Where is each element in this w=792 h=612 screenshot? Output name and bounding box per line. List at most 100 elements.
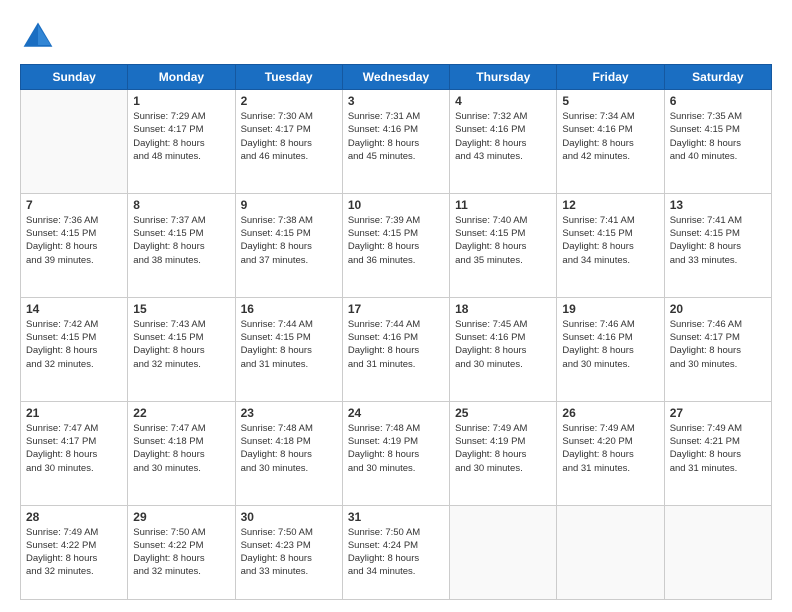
day-number: 5 [562, 94, 658, 108]
calendar-table: SundayMondayTuesdayWednesdayThursdayFrid… [20, 64, 772, 600]
day-number: 29 [133, 510, 229, 524]
calendar-cell: 5 Sunrise: 7:34 AM Sunset: 4:16 PM Daylig… [557, 90, 664, 194]
calendar-cell: 9 Sunrise: 7:38 AM Sunset: 4:15 PM Daylig… [235, 193, 342, 297]
cell-info: Sunrise: 7:48 AM Sunset: 4:19 PM Dayligh… [348, 422, 444, 475]
cell-info: Sunrise: 7:29 AM Sunset: 4:17 PM Dayligh… [133, 110, 229, 163]
cell-info: Sunrise: 7:30 AM Sunset: 4:17 PM Dayligh… [241, 110, 337, 163]
day-number: 16 [241, 302, 337, 316]
day-number: 18 [455, 302, 551, 316]
cell-info: Sunrise: 7:49 AM Sunset: 4:20 PM Dayligh… [562, 422, 658, 475]
cell-info: Sunrise: 7:36 AM Sunset: 4:15 PM Dayligh… [26, 214, 122, 267]
day-header-wednesday: Wednesday [342, 65, 449, 90]
week-row-4: 21 Sunrise: 7:47 AM Sunset: 4:17 PM Dayli… [21, 401, 772, 505]
logo [20, 18, 60, 54]
cell-info: Sunrise: 7:45 AM Sunset: 4:16 PM Dayligh… [455, 318, 551, 371]
calendar-cell: 28 Sunrise: 7:49 AM Sunset: 4:22 PM Dayli… [21, 505, 128, 600]
calendar-cell: 4Sunrise: 7:32 AM Sunset: 4:16 PM Daylig… [450, 90, 557, 194]
day-number: 2 [241, 94, 337, 108]
day-number: 28 [26, 510, 122, 524]
calendar-cell: 8 Sunrise: 7:37 AM Sunset: 4:15 PM Daylig… [128, 193, 235, 297]
day-number: 3 [348, 94, 444, 108]
day-number: 19 [562, 302, 658, 316]
day-number: 12 [562, 198, 658, 212]
header-row: SundayMondayTuesdayWednesdayThursdayFrid… [21, 65, 772, 90]
day-number: 20 [670, 302, 766, 316]
page: SundayMondayTuesdayWednesdayThursdayFrid… [0, 0, 792, 612]
day-header-monday: Monday [128, 65, 235, 90]
cell-info: Sunrise: 7:43 AM Sunset: 4:15 PM Dayligh… [133, 318, 229, 371]
day-number: 27 [670, 406, 766, 420]
day-number: 7 [26, 198, 122, 212]
week-row-1: 1Sunrise: 7:29 AM Sunset: 4:17 PM Daylig… [21, 90, 772, 194]
day-number: 31 [348, 510, 444, 524]
calendar-cell [664, 505, 771, 600]
day-number: 15 [133, 302, 229, 316]
day-number: 24 [348, 406, 444, 420]
day-number: 10 [348, 198, 444, 212]
day-header-tuesday: Tuesday [235, 65, 342, 90]
calendar-cell: 14Sunrise: 7:42 AM Sunset: 4:15 PM Dayli… [21, 297, 128, 401]
day-number: 9 [241, 198, 337, 212]
calendar-cell: 27 Sunrise: 7:49 AM Sunset: 4:21 PM Dayli… [664, 401, 771, 505]
day-header-sunday: Sunday [21, 65, 128, 90]
cell-info: Sunrise: 7:41 AM Sunset: 4:15 PM Dayligh… [562, 214, 658, 267]
calendar-cell: 6 Sunrise: 7:35 AM Sunset: 4:15 PM Daylig… [664, 90, 771, 194]
day-number: 6 [670, 94, 766, 108]
calendar-cell: 15 Sunrise: 7:43 AM Sunset: 4:15 PM Dayli… [128, 297, 235, 401]
cell-info: Sunrise: 7:41 AM Sunset: 4:15 PM Dayligh… [670, 214, 766, 267]
calendar-cell: 7 Sunrise: 7:36 AM Sunset: 4:15 PM Daylig… [21, 193, 128, 297]
day-number: 22 [133, 406, 229, 420]
day-header-friday: Friday [557, 65, 664, 90]
week-row-5: 28 Sunrise: 7:49 AM Sunset: 4:22 PM Dayli… [21, 505, 772, 600]
day-number: 13 [670, 198, 766, 212]
day-number: 17 [348, 302, 444, 316]
cell-info: Sunrise: 7:32 AM Sunset: 4:16 PM Dayligh… [455, 110, 551, 163]
cell-info: Sunrise: 7:38 AM Sunset: 4:15 PM Dayligh… [241, 214, 337, 267]
calendar-cell: 21 Sunrise: 7:47 AM Sunset: 4:17 PM Dayli… [21, 401, 128, 505]
day-number: 25 [455, 406, 551, 420]
calendar-cell: 17Sunrise: 7:44 AM Sunset: 4:16 PM Dayli… [342, 297, 449, 401]
calendar-cell: 10 Sunrise: 7:39 AM Sunset: 4:15 PM Dayli… [342, 193, 449, 297]
logo-icon [20, 18, 56, 54]
header [20, 18, 772, 54]
cell-info: Sunrise: 7:49 AM Sunset: 4:22 PM Dayligh… [26, 526, 122, 579]
calendar-cell: 16 Sunrise: 7:44 AM Sunset: 4:15 PM Dayli… [235, 297, 342, 401]
cell-info: Sunrise: 7:49 AM Sunset: 4:19 PM Dayligh… [455, 422, 551, 475]
cell-info: Sunrise: 7:40 AM Sunset: 4:15 PM Dayligh… [455, 214, 551, 267]
cell-info: Sunrise: 7:39 AM Sunset: 4:15 PM Dayligh… [348, 214, 444, 267]
cell-info: Sunrise: 7:46 AM Sunset: 4:17 PM Dayligh… [670, 318, 766, 371]
calendar-cell: 2 Sunrise: 7:30 AM Sunset: 4:17 PM Daylig… [235, 90, 342, 194]
cell-info: Sunrise: 7:44 AM Sunset: 4:15 PM Dayligh… [241, 318, 337, 371]
cell-info: Sunrise: 7:46 AM Sunset: 4:16 PM Dayligh… [562, 318, 658, 371]
calendar-cell: 31 Sunrise: 7:50 AM Sunset: 4:24 PM Dayli… [342, 505, 449, 600]
day-number: 21 [26, 406, 122, 420]
cell-info: Sunrise: 7:49 AM Sunset: 4:21 PM Dayligh… [670, 422, 766, 475]
calendar-cell: 12 Sunrise: 7:41 AM Sunset: 4:15 PM Dayli… [557, 193, 664, 297]
calendar-cell: 29Sunrise: 7:50 AM Sunset: 4:22 PM Dayli… [128, 505, 235, 600]
calendar-cell: 30Sunrise: 7:50 AM Sunset: 4:23 PM Dayli… [235, 505, 342, 600]
day-number: 30 [241, 510, 337, 524]
calendar-cell: 1Sunrise: 7:29 AM Sunset: 4:17 PM Daylig… [128, 90, 235, 194]
week-row-2: 7 Sunrise: 7:36 AM Sunset: 4:15 PM Daylig… [21, 193, 772, 297]
calendar-cell: 24 Sunrise: 7:48 AM Sunset: 4:19 PM Dayli… [342, 401, 449, 505]
calendar-cell: 26Sunrise: 7:49 AM Sunset: 4:20 PM Dayli… [557, 401, 664, 505]
day-number: 23 [241, 406, 337, 420]
cell-info: Sunrise: 7:31 AM Sunset: 4:16 PM Dayligh… [348, 110, 444, 163]
cell-info: Sunrise: 7:37 AM Sunset: 4:15 PM Dayligh… [133, 214, 229, 267]
cell-info: Sunrise: 7:48 AM Sunset: 4:18 PM Dayligh… [241, 422, 337, 475]
cell-info: Sunrise: 7:34 AM Sunset: 4:16 PM Dayligh… [562, 110, 658, 163]
cell-info: Sunrise: 7:47 AM Sunset: 4:17 PM Dayligh… [26, 422, 122, 475]
calendar-cell: 18 Sunrise: 7:45 AM Sunset: 4:16 PM Dayli… [450, 297, 557, 401]
calendar-cell: 25 Sunrise: 7:49 AM Sunset: 4:19 PM Dayli… [450, 401, 557, 505]
day-number: 8 [133, 198, 229, 212]
cell-info: Sunrise: 7:35 AM Sunset: 4:15 PM Dayligh… [670, 110, 766, 163]
calendar-cell: 3 Sunrise: 7:31 AM Sunset: 4:16 PM Daylig… [342, 90, 449, 194]
calendar-cell: 23 Sunrise: 7:48 AM Sunset: 4:18 PM Dayli… [235, 401, 342, 505]
calendar-cell: 13 Sunrise: 7:41 AM Sunset: 4:15 PM Dayli… [664, 193, 771, 297]
day-header-saturday: Saturday [664, 65, 771, 90]
cell-info: Sunrise: 7:50 AM Sunset: 4:24 PM Dayligh… [348, 526, 444, 579]
calendar-cell: 19 Sunrise: 7:46 AM Sunset: 4:16 PM Dayli… [557, 297, 664, 401]
day-number: 11 [455, 198, 551, 212]
calendar-cell: 20 Sunrise: 7:46 AM Sunset: 4:17 PM Dayli… [664, 297, 771, 401]
calendar-cell [557, 505, 664, 600]
